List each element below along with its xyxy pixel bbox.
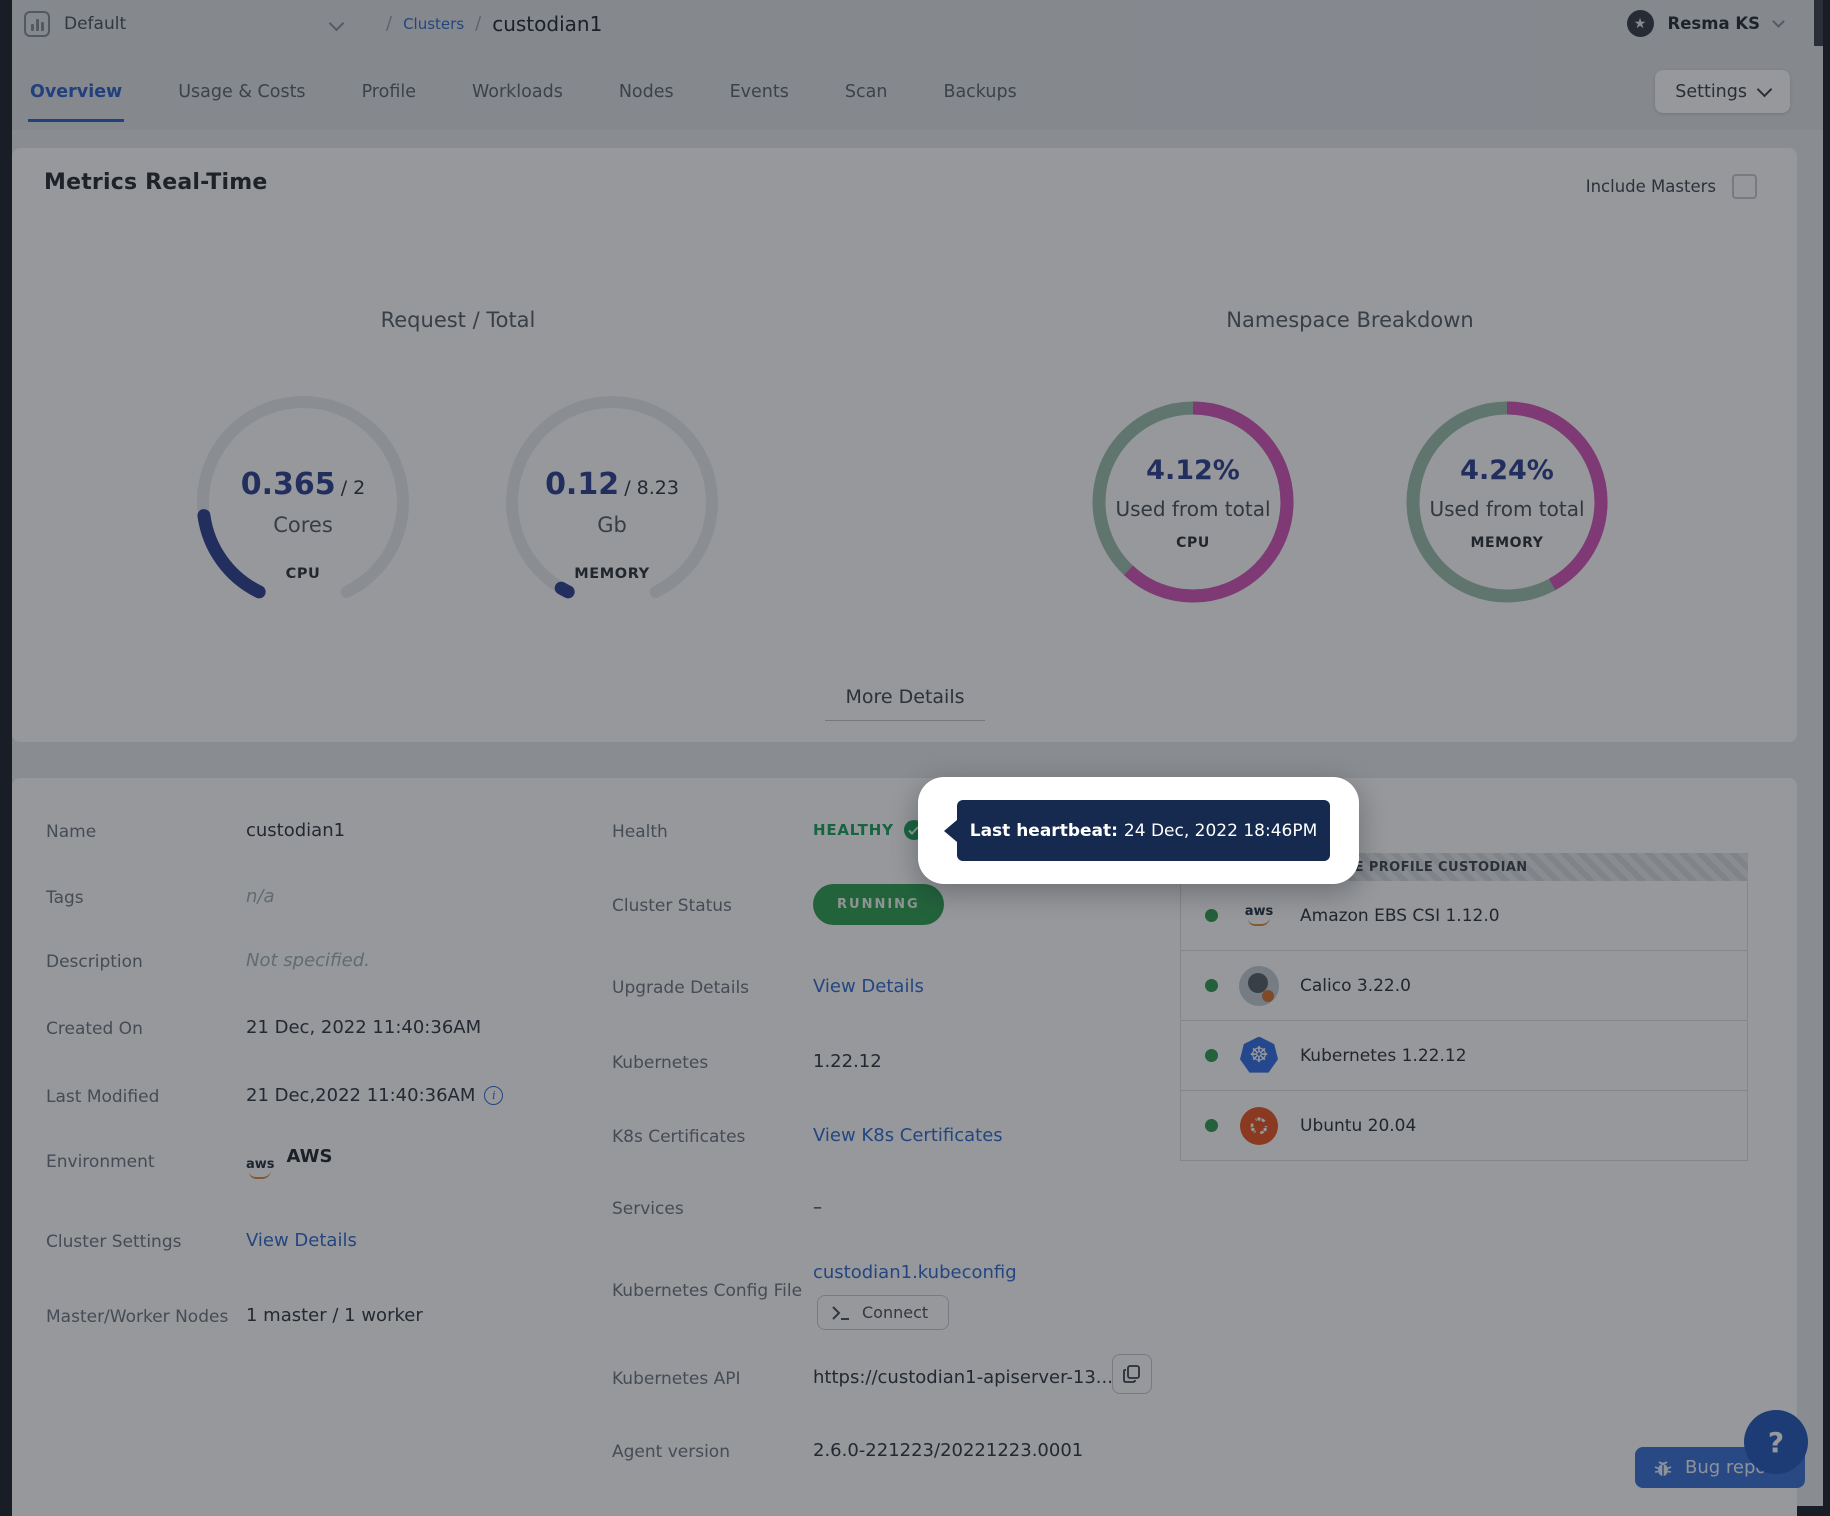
cluster-overview-page: Default / Clusters / custodian1 ★ Resma … — [0, 0, 1830, 1516]
tooltip-text: 24 Dec, 2022 18:46PM — [1124, 821, 1317, 841]
last-heartbeat-tooltip: Last heartbeat: 24 Dec, 2022 18:46PM — [957, 800, 1330, 861]
dim-overlay — [0, 0, 1830, 1516]
tooltip-arrow-left — [944, 820, 957, 842]
tooltip-highlight-box: Last heartbeat: 24 Dec, 2022 18:46PM — [918, 777, 1359, 884]
tooltip-bold-text: Last heartbeat: — [970, 821, 1118, 841]
